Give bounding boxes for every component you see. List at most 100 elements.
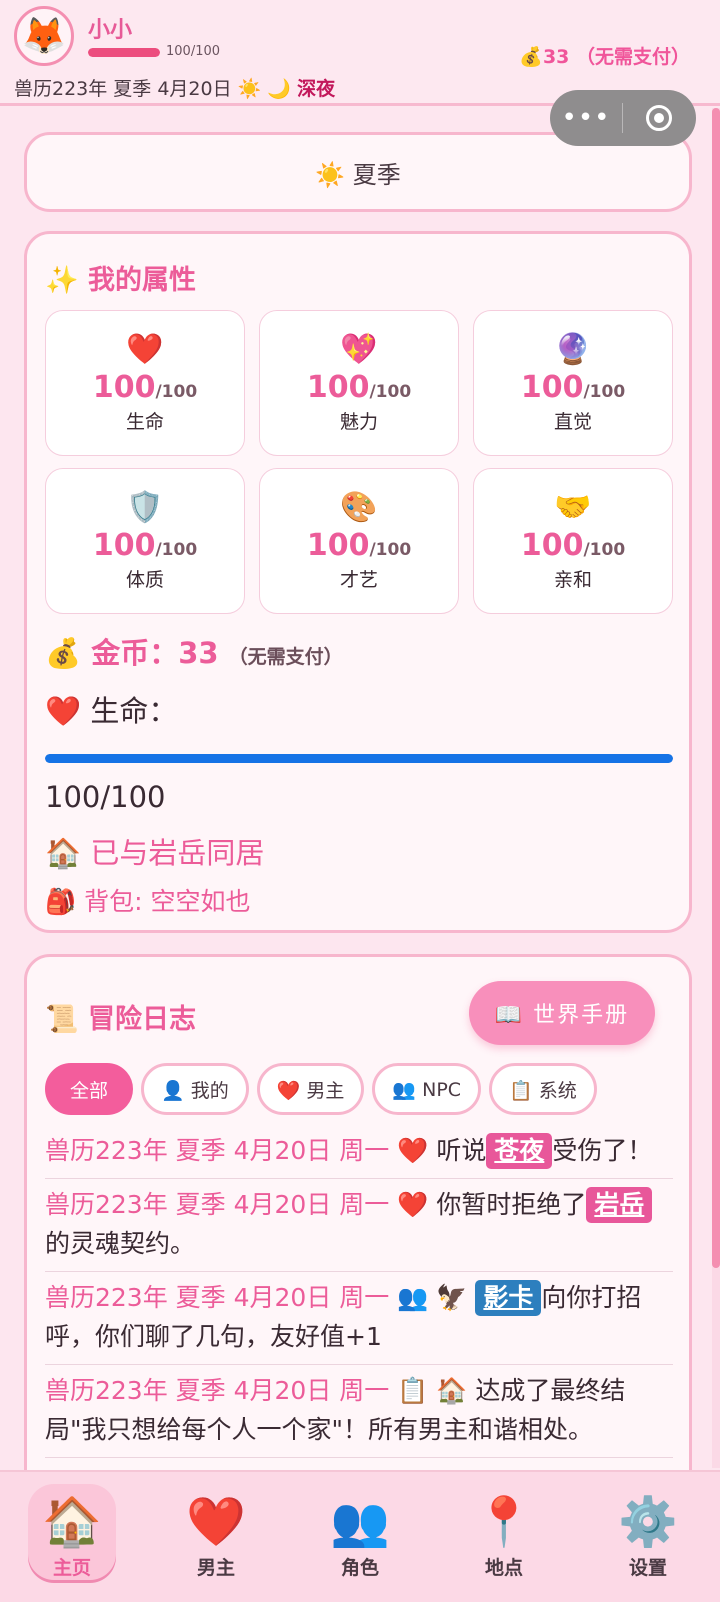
nav-tab-主页[interactable]: 🏠 主页 [0,1472,144,1602]
stat-max: /100 [369,382,412,402]
filter-chip-3[interactable]: 👥 NPC [372,1063,482,1115]
hp-bar-fill [88,48,160,57]
nav-tab-label: 角色 [340,1556,379,1579]
palette-icon: 🎨 [340,490,378,525]
nav-tab-设置[interactable]: ⚙️ 设置 [576,1472,720,1602]
log-entry: 兽历223年 夏季 4月20日 周一 ❤️ 听说 苍夜 受伤了！ [45,1125,673,1179]
log-entry-text: 的灵魂契约。 [45,1229,196,1258]
log-entry-icon: ❤️ [397,1190,437,1219]
stat-grid: ❤️ 100/100 生命 💖 100/100 魅力 🔮 100/100 直觉 🛡️ 100/100… [45,310,673,614]
stat-value: 100/100 [521,528,625,563]
filter-chip-0[interactable]: 全部 [45,1063,134,1115]
bottom-navigation: 🏠 主页 ❤️ 男主 👥 角色 📍 地点 ⚙️ 设置 [0,1470,720,1602]
nav-tab-label: 设置 [628,1556,667,1579]
nav-tab-label: 主页 [52,1556,91,1579]
more-dots-icon: ••• [561,103,611,133]
close-mini-program-button[interactable] [623,90,695,146]
stat-card-才艺: 🎨 100/100 才艺 [259,468,459,614]
stat-max: /100 [369,540,412,560]
filter-chip-1[interactable]: 👤 我的 [141,1063,249,1115]
character-tag-苍夜[interactable]: 苍夜 [486,1133,553,1169]
stat-current: 100 [306,528,370,563]
log-entry-text: 受伤了！ [552,1136,653,1165]
life-progress-bar [45,754,673,763]
life-label: ❤️ 生命： [45,694,178,728]
stat-value: 100/100 [93,528,197,563]
filter-chip-4[interactable]: 📋 系统 [489,1063,597,1115]
stat-label: 才艺 [339,569,378,591]
mini-program-capsule: ••• [550,90,696,146]
stat-max: /100 [583,540,626,560]
weather-icons: ☀️ 🌙 [237,78,292,100]
stat-value: 100/100 [307,370,411,405]
hp-text: 100/100 [166,44,221,59]
heart-icon: ❤️ [186,1493,246,1550]
time-of-day: 深夜 [297,78,336,100]
world-manual-button[interactable]: 📖 世界手册 [469,981,655,1045]
log-entry-icon: 👥 🦅 [397,1283,476,1312]
stat-current: 100 [520,528,584,563]
stat-card-直觉: 🔮 100/100 直觉 [473,310,673,456]
gear-icon: ⚙️ [618,1493,678,1550]
sparkling-heart-icon: 💖 [340,332,378,367]
character-tag-岩岳[interactable]: 岩岳 [586,1187,653,1223]
stat-max: /100 [583,382,626,402]
nav-tab-男主[interactable]: ❤️ 男主 [144,1472,288,1602]
date-text: 兽历223年 夏季 4月20日 [14,78,232,100]
stat-value: 100/100 [521,370,625,405]
log-entries: 兽历223年 夏季 4月20日 周一 ❤️ 听说 苍夜 受伤了！ 兽历223年 夏季 … [45,1125,673,1458]
stat-card-亲和: 🤝 100/100 亲和 [473,468,673,614]
game-date: 兽历223年 夏季 4月20日 ☀️ 🌙 深夜 [14,74,335,101]
backpack-status[interactable]: 🎒 背包: 空空如也 [45,882,250,918]
log-entry-icon: 📋 🏠 [397,1376,476,1405]
pin-icon: 📍 [474,1493,534,1550]
log-entry: 兽历223年 夏季 4月20日 周一 👥 🦅 影卡 向你打招呼，你们聊了几句，友好… [45,1272,673,1365]
cohabit-status[interactable]: 🏠 已与岩岳同居 [45,830,264,872]
log-entry-text: 听说 [436,1136,487,1165]
stat-current: 100 [92,528,156,563]
stat-label: 亲和 [553,569,592,591]
stat-current: 100 [306,370,370,405]
stat-label: 魅力 [339,411,378,433]
fox-avatar-icon: 🦊 [21,16,67,57]
log-entry-date: 兽历223年 夏季 4月20日 周一 [45,1136,398,1165]
nav-tab-地点[interactable]: 📍 地点 [432,1472,576,1602]
heart-icon: ❤️ [126,332,164,367]
stat-value: 100/100 [93,370,197,405]
log-entry: 兽历223年 夏季 4月20日 周一 ❤️ 你暂时拒绝了 岩岳的灵魂契约。 [45,1179,673,1272]
stat-current: 100 [92,370,156,405]
avatar[interactable]: 🦊 [14,6,74,66]
stat-max: /100 [155,382,198,402]
attributes-card: ✨ 我的属性 ❤️ 100/100 生命 💖 100/100 魅力 🔮 100/100 直觉 🛡️… [24,231,692,933]
adventure-log-card: 📜 冒险日志 📖 世界手册 全部 👤 我的 ❤️ 男主 👥 NPC 📋 系统 兽历223… [24,954,692,1514]
more-options-button[interactable]: ••• [550,90,622,146]
nav-tab-label: 地点 [484,1556,523,1579]
stat-value: 100/100 [307,528,411,563]
coin-note: （无需支付） [228,646,343,668]
target-icon [646,105,672,131]
stat-label: 直觉 [553,411,592,433]
home-icon: 🏠 [42,1493,102,1550]
filter-chip-2[interactable]: ❤️ 男主 [256,1063,365,1115]
attributes-title: ✨ 我的属性 [45,265,197,296]
season-label: ☀️ 夏季 [315,160,401,189]
coin-balance: 💰 金币：33 （无需支付） [45,630,343,672]
user-name: 小小 [88,18,133,43]
crystal-ball-icon: 🔮 [554,332,592,367]
stat-max: /100 [155,540,198,560]
stat-card-体质: 🛡️ 100/100 体质 [45,468,245,614]
log-entry-icon: ❤️ [397,1136,437,1165]
log-entry-date: 兽历223年 夏季 4月20日 周一 [45,1190,398,1219]
log-entry-date: 兽历223年 夏季 4月20日 周一 [45,1376,398,1405]
stat-current: 100 [520,370,584,405]
shield-icon: 🛡️ [126,490,164,525]
stat-card-魅力: 💖 100/100 魅力 [259,310,459,456]
nav-tab-label: 男主 [196,1556,235,1579]
log-filter-chips: 全部 👤 我的 ❤️ 男主 👥 NPC 📋 系统 [45,1063,605,1115]
scrollbar-thumb[interactable] [712,108,720,1268]
character-tag-影卡[interactable]: 影卡 [475,1280,542,1316]
nav-tab-角色[interactable]: 👥 角色 [288,1472,432,1602]
hp-bar [88,48,160,57]
handshake-icon: 🤝 [554,490,592,525]
log-title: 📜 冒险日志 [45,1004,197,1035]
